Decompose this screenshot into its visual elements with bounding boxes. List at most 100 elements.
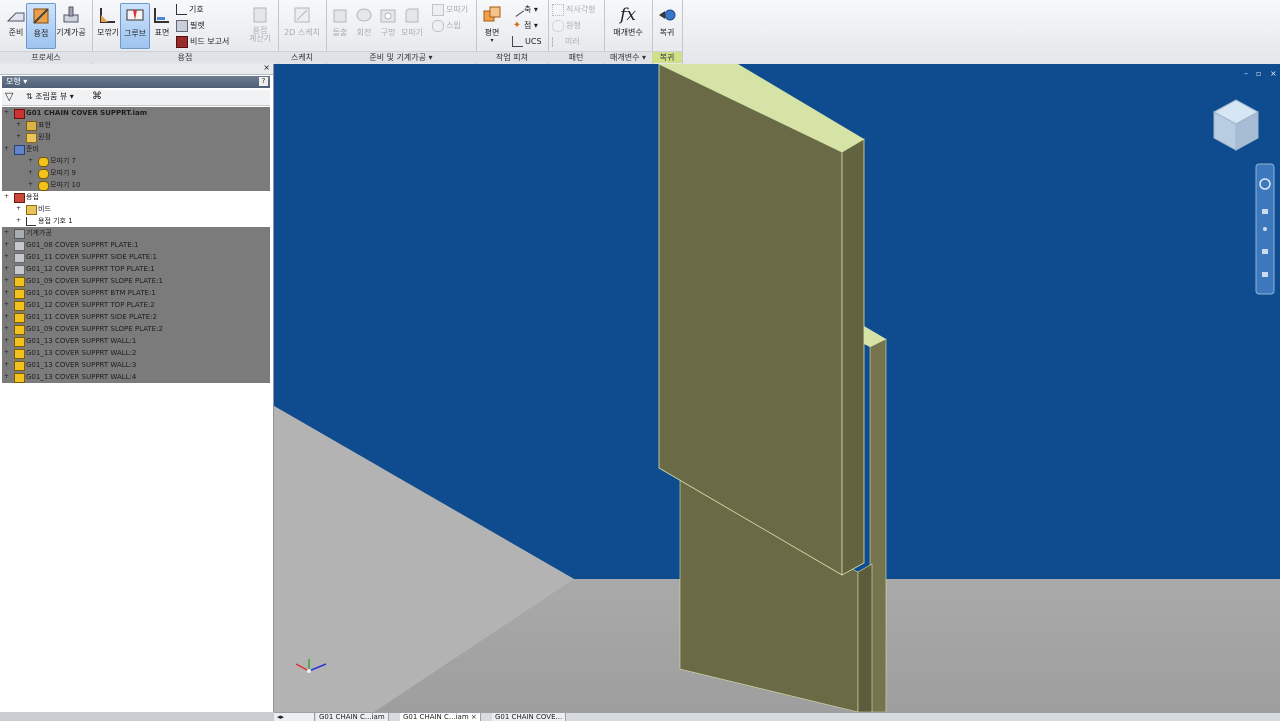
browser-node[interactable]: + 모따기 9 xyxy=(2,167,270,179)
expand-toggle-icon[interactable]: + xyxy=(16,206,22,212)
expand-toggle-icon[interactable]: + xyxy=(4,278,10,284)
help-icon[interactable]: ? xyxy=(259,77,268,86)
chamfer-button[interactable]: 모따기 xyxy=(432,3,468,17)
circ-pattern-button[interactable]: 원형 xyxy=(552,19,581,33)
restore-icon[interactable]: ▫ xyxy=(1256,69,1261,78)
browser-node[interactable]: + G01_08 COVER SUPPRT PLATE:1 xyxy=(2,239,270,251)
fillet-weld-icon xyxy=(100,8,115,23)
expand-toggle-icon[interactable]: + xyxy=(4,110,10,116)
browser-node[interactable]: + G01_09 COVER SUPPRT SLOPE PLATE:1 xyxy=(2,275,270,287)
browser-node[interactable]: + 비드 xyxy=(2,203,270,215)
expand-toggle-icon[interactable]: + xyxy=(4,290,10,296)
minimize-icon[interactable]: – xyxy=(1244,69,1248,78)
weld-calc-label-2: 계산기 xyxy=(248,34,272,43)
browser-node[interactable]: + G01_11 COVER SUPPRT SIDE PLATE:2 xyxy=(2,311,270,323)
assembly-icon xyxy=(14,109,25,119)
browser-node[interactable]: + 준비 xyxy=(2,143,270,155)
pan-icon[interactable] xyxy=(1262,209,1268,214)
browser-node[interactable]: + G01_13 COVER SUPPRT WALL:2 xyxy=(2,347,270,359)
browser-node[interactable]: + 기계가공 xyxy=(2,227,270,239)
folder-icon xyxy=(26,133,37,143)
fill-button[interactable]: 필렛 xyxy=(176,19,205,33)
sweep-button[interactable]: 스윕 xyxy=(432,19,461,33)
mirror-icon xyxy=(552,36,563,47)
browser-node[interactable]: + G01_13 COVER SUPPRT WALL:4 xyxy=(2,371,270,383)
browser-close-icon[interactable]: × xyxy=(263,63,270,72)
expand-toggle-icon[interactable]: + xyxy=(4,362,10,368)
filter-icon[interactable]: ▽ xyxy=(5,91,13,103)
browser-node[interactable]: + G01_11 COVER SUPPRT SIDE PLATE:1 xyxy=(2,251,270,263)
return-button[interactable]: 복귀 xyxy=(653,3,681,47)
bead-report-button[interactable]: 비드 보고서 xyxy=(176,35,229,49)
look-at-icon[interactable] xyxy=(1262,272,1268,277)
expand-toggle-icon[interactable]: + xyxy=(4,242,10,248)
browser-node[interactable]: + G01_12 COVER SUPPRT TOP PLATE:1 xyxy=(2,263,270,275)
fill-icon xyxy=(176,19,188,32)
plane-button[interactable]: 평면 ▾ xyxy=(478,3,506,47)
axis-button[interactable]: 축 ▾ xyxy=(509,2,538,17)
browser-node-label: G01_13 COVER SUPPRT WALL:3 xyxy=(26,361,137,369)
mirror-button[interactable]: 미러 xyxy=(552,35,580,49)
chamfer-feature-icon xyxy=(38,181,49,191)
expand-toggle-icon[interactable]: + xyxy=(4,338,10,344)
browser-node[interactable]: + G01_09 COVER SUPPRT SLOPE PLATE:2 xyxy=(2,323,270,335)
browser-title-bar[interactable]: 모형 ▾ ? xyxy=(2,76,270,88)
groove-button[interactable]: 그루브 xyxy=(120,3,150,49)
browser-node[interactable]: + G01_10 COVER SUPPRT BTM PLATE:1 xyxy=(2,287,270,299)
expand-toggle-icon[interactable]: + xyxy=(4,374,10,380)
expand-toggle-icon[interactable]: + xyxy=(4,350,10,356)
browser-node[interactable]: + G01_12 COVER SUPPRT TOP PLATE:2 xyxy=(2,299,270,311)
rect-pattern-button[interactable]: 직사각형 xyxy=(552,3,595,17)
browser-node[interactable]: + 용접 기호 1 xyxy=(2,215,270,227)
expand-toggle-icon[interactable]: + xyxy=(28,158,34,164)
browser-node-label: 모따기 9 xyxy=(50,169,76,177)
machining-button[interactable]: 기계가공 xyxy=(56,3,86,47)
weld-button[interactable]: 용접 xyxy=(26,3,56,49)
browser-node[interactable]: + G01 CHAIN COVER SUPPRT.iam xyxy=(2,107,270,119)
expand-toggle-icon[interactable]: + xyxy=(4,266,10,272)
browser-title-dropdown-icon[interactable]: ▾ xyxy=(23,77,27,86)
expand-toggle-icon[interactable]: + xyxy=(28,182,34,188)
ucs-button[interactable]: UCS xyxy=(512,35,542,49)
chamfer-fillet-button[interactable]: 모따기 xyxy=(398,3,426,47)
expand-toggle-icon[interactable]: + xyxy=(4,230,10,236)
extrude-icon xyxy=(333,9,347,23)
sketch-icon xyxy=(294,7,310,23)
browser-node[interactable]: + G01_13 COVER SUPPRT WALL:3 xyxy=(2,359,270,371)
expand-toggle-icon[interactable]: + xyxy=(4,314,10,320)
point-button[interactable]: ✦ 점 ▾ xyxy=(512,19,538,33)
model-scene[interactable]: – ▫ × xyxy=(274,64,1280,712)
navigation-bar[interactable] xyxy=(1255,163,1275,295)
parameters-button[interactable]: fx 매개변수 xyxy=(610,3,646,47)
graphics-viewport[interactable]: – ▫ × xyxy=(274,64,1280,712)
weld-calculator-button[interactable]: 용접 계산기 xyxy=(246,3,274,47)
binoculars-icon[interactable]: ⌘ xyxy=(92,90,102,103)
browser-node[interactable]: + 모따기 10 xyxy=(2,179,270,191)
return-arrow-icon xyxy=(659,9,676,21)
expand-toggle-icon[interactable]: + xyxy=(4,194,10,200)
browser-node[interactable]: + 용접 xyxy=(2,191,270,203)
browser-node[interactable]: + 표현 xyxy=(2,119,270,131)
expand-toggle-icon[interactable]: + xyxy=(4,146,10,152)
cosmetic-button[interactable]: 표면 xyxy=(148,3,176,47)
browser-node[interactable]: + 모따기 7 xyxy=(2,155,270,167)
parameters-label: 매개변수 xyxy=(613,28,643,37)
expand-toggle-icon[interactable]: + xyxy=(16,218,22,224)
expand-toggle-icon[interactable]: + xyxy=(16,122,22,128)
expand-toggle-icon[interactable]: + xyxy=(4,302,10,308)
expand-toggle-icon[interactable]: + xyxy=(4,254,10,260)
close-icon[interactable]: × xyxy=(1270,69,1277,78)
return-panel-label: 복귀 xyxy=(652,51,682,63)
expand-toggle-icon[interactable]: + xyxy=(4,326,10,332)
symbol-button[interactable]: 기호 xyxy=(176,3,204,17)
browser-node[interactable]: + G01_13 COVER SUPPRT WALL:1 xyxy=(2,335,270,347)
expand-toggle-icon[interactable]: + xyxy=(28,170,34,176)
expand-toggle-icon[interactable]: + xyxy=(16,134,22,140)
parameters-panel-text: 매개변수 xyxy=(609,53,640,62)
assembly-view-dropdown[interactable]: ⇅ 조립품 뷰 ▾ xyxy=(26,91,74,103)
zoom-icon[interactable] xyxy=(1263,227,1267,231)
orbit-icon[interactable] xyxy=(1262,249,1268,254)
sketch2d-button[interactable]: 2D 스케치 xyxy=(284,3,320,47)
fillet-button[interactable]: 모깎기 xyxy=(94,3,122,47)
browser-node[interactable]: + 원점 xyxy=(2,131,270,143)
